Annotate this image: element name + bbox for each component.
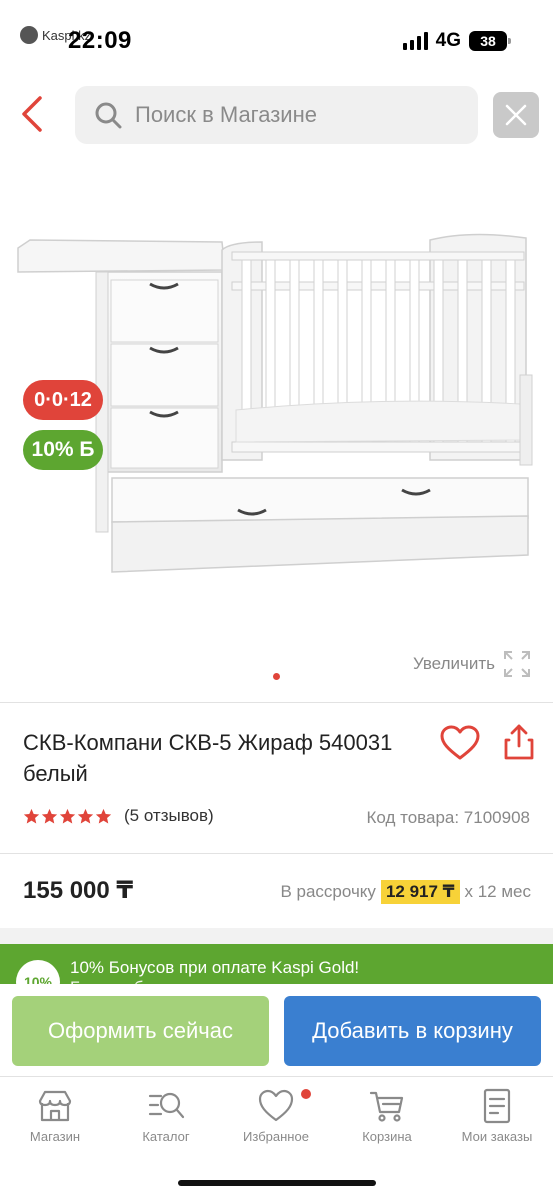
bonus-badge: 10% Б: [23, 430, 103, 470]
notification-dot: [301, 1089, 311, 1099]
rating-row[interactable]: (5 отзывов): [23, 806, 214, 826]
carousel-indicator[interactable]: [273, 673, 280, 680]
close-icon: [505, 104, 527, 126]
buy-now-button[interactable]: Оформить сейчас: [12, 996, 269, 1066]
nav-label: Магазин: [29, 1129, 81, 1144]
close-search-button[interactable]: [493, 92, 539, 138]
status-indicators: 4G 38: [402, 30, 511, 52]
add-to-favorites-button[interactable]: [440, 725, 480, 761]
expand-icon: [504, 651, 530, 677]
nav-item-catalog[interactable]: Каталог: [116, 1087, 216, 1144]
installment-badge: 0·0·12: [23, 380, 103, 420]
status-bar: Kaspi.kz 22:09 4G 38: [0, 0, 553, 80]
nav-label: Мои заказы: [461, 1129, 533, 1144]
orders-icon: [483, 1088, 511, 1124]
search-icon: [95, 102, 122, 129]
rating-stars: [23, 808, 112, 825]
nav-item-cart[interactable]: Корзина: [337, 1087, 437, 1144]
heart-icon: [258, 1089, 294, 1122]
signal-icon: [402, 32, 428, 50]
search-bar[interactable]: [75, 86, 478, 144]
divider: [0, 702, 553, 703]
star-icon: [95, 808, 112, 823]
installment-info: В рассрочку 12 917 ₸ х 12 мес: [280, 880, 531, 904]
app-icon: [20, 26, 38, 44]
chevron-left-icon: [22, 96, 42, 132]
bonus-text: 10% Бонусов при оплате Kaspi Gold!: [70, 958, 360, 977]
section-separator: [0, 928, 553, 944]
cart-icon: [369, 1091, 404, 1122]
star-icon: [41, 808, 58, 823]
zoom-label: Увеличить: [413, 654, 495, 673]
nav-label: Корзина: [362, 1129, 412, 1144]
back-button[interactable]: [18, 94, 50, 134]
product-sku: Код товара: 7100908: [366, 808, 530, 827]
reviews-link[interactable]: (5 отзывов): [124, 806, 214, 826]
nav-item-store[interactable]: Магазин: [5, 1087, 105, 1144]
star-icon: [59, 808, 76, 823]
clock: 22:09: [68, 27, 132, 54]
product-title: СКВ-Компани СКВ-5 Жираф 540031 белый: [23, 730, 393, 786]
heart-icon: [440, 725, 480, 760]
product-price: 155 000 ₸: [23, 877, 134, 904]
nav-label: Избранное: [243, 1129, 309, 1144]
action-bar: Оформить сейчас Добавить в корзину: [0, 984, 553, 1076]
search-input[interactable]: [135, 102, 455, 128]
catalog-icon: [148, 1092, 185, 1119]
star-icon: [23, 808, 40, 823]
installment-amount: 12 917 ₸: [380, 880, 460, 904]
store-icon: [38, 1090, 72, 1122]
share-icon: [504, 724, 534, 760]
nav-item-favorites[interactable]: Избранное: [226, 1087, 326, 1144]
bonus-banner[interactable]: 10% 10% Бонусов при оплате Kaspi Gold! Б…: [0, 944, 553, 989]
battery-icon: 38: [469, 31, 511, 51]
share-button[interactable]: [503, 724, 535, 760]
installment-prefix: В рассрочку: [280, 882, 376, 901]
home-indicator[interactable]: [178, 1180, 376, 1186]
zoom-button[interactable]: Увеличить: [413, 650, 531, 678]
network-type: 4G: [435, 30, 461, 51]
add-to-cart-button[interactable]: Добавить в корзину: [284, 996, 541, 1066]
installment-suffix: х 12 мес: [464, 882, 532, 901]
divider: [0, 853, 553, 854]
nav-item-orders[interactable]: Мои заказы: [447, 1087, 547, 1144]
nav-label: Каталог: [142, 1129, 190, 1144]
star-icon: [77, 808, 94, 823]
